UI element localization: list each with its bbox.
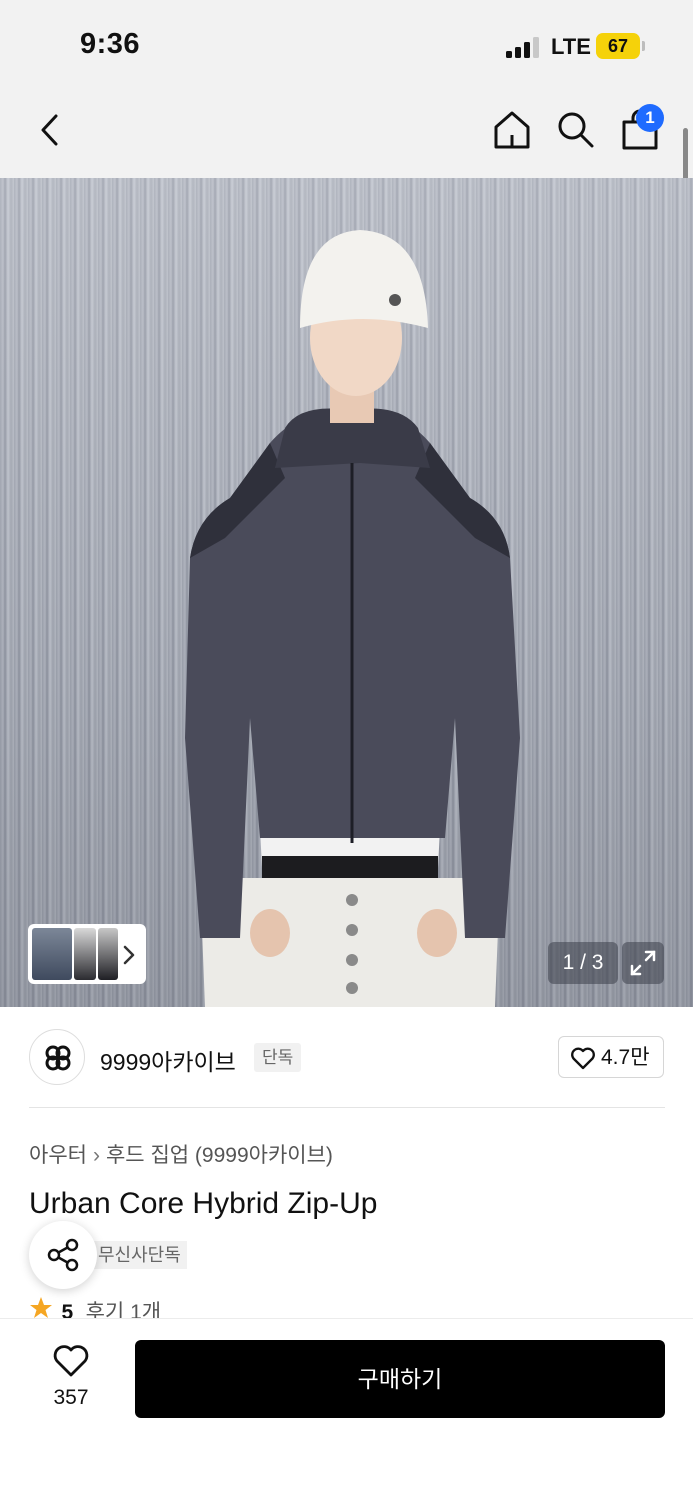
rating-row[interactable]: 5 후기 1개 [29, 1296, 161, 1318]
product-title: Urban Core Hybrid Zip-Up [29, 1187, 378, 1220]
network-type: LTE [551, 34, 591, 59]
back-button[interactable] [34, 110, 68, 150]
cart-count-badge: 1 [636, 104, 664, 132]
star-icon [30, 1297, 52, 1318]
status-bar: 9:36 LTE 67 [0, 0, 693, 90]
share-button[interactable] [29, 1221, 97, 1289]
thumbnail-2[interactable] [74, 928, 96, 980]
home-button[interactable] [492, 109, 532, 149]
brand-logo-mark [45, 1045, 71, 1071]
brand-like-button[interactable]: 4.7만 [558, 1036, 664, 1078]
image-page-counter: 1 / 3 [548, 942, 618, 984]
breadcrumb-item[interactable]: 아우터 [29, 1144, 87, 1167]
wishlist-button[interactable]: 357 [38, 1340, 104, 1420]
buy-button[interactable]: 구매하기 [135, 1340, 665, 1418]
heart-outline-icon [53, 1345, 89, 1377]
share-icon [47, 1238, 79, 1272]
rating-score: 5 [61, 1301, 74, 1318]
expand-image-button[interactable] [622, 942, 664, 984]
divider [29, 1107, 665, 1108]
brand-like-count: 4.7만 [601, 1046, 650, 1069]
search-icon [558, 112, 594, 148]
breadcrumb-item[interactable]: 후드 집업 (9999아카이브) [106, 1144, 333, 1167]
thumbnail-1[interactable] [32, 928, 72, 980]
breadcrumb: 아우터 › 후드 집업 (9999아카이브) [29, 1139, 333, 1169]
search-button[interactable] [556, 110, 596, 150]
signal-icon [506, 36, 542, 58]
brand-name[interactable]: 9999아카이브 [100, 1043, 236, 1077]
brand-exclusive-badge: 단독 [254, 1043, 302, 1072]
musinsa-exclusive-badge: 무신사단독 [92, 1241, 187, 1269]
chevron-right-icon: › [92, 1144, 100, 1167]
expand-icon [630, 950, 656, 976]
status-time: 9:36 [80, 28, 141, 60]
heart-outline-icon [571, 1047, 595, 1070]
chevron-right-icon[interactable] [120, 944, 138, 966]
battery-icon: 67 [596, 33, 646, 59]
brand-logo[interactable] [29, 1029, 85, 1085]
model-illustration [185, 230, 520, 1007]
wishlist-count: 357 [53, 1386, 89, 1409]
battery-level: 67 [607, 36, 629, 56]
product-image[interactable] [0, 178, 693, 1007]
review-count[interactable]: 후기 1개 [86, 1301, 161, 1318]
home-icon [494, 111, 530, 149]
thumbnail-3[interactable] [98, 928, 118, 980]
chevron-left-icon [41, 114, 58, 146]
